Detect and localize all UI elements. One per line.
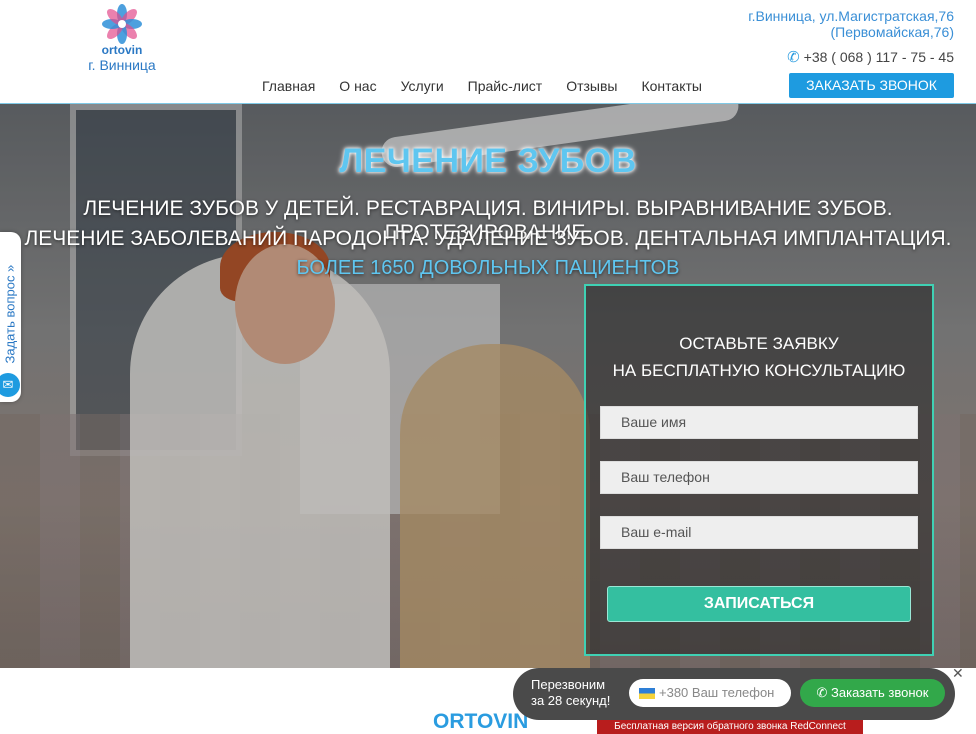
callback-order-button[interactable]: ✆ Заказать звонок	[800, 679, 945, 707]
form-title-line-1: ОСТАВЬТЕ ЗАЯВКУ	[679, 334, 839, 353]
ask-question-label: Задать вопрос »	[2, 264, 18, 364]
form-title-line-2: НА БЕСПЛАТНУЮ КОНСУЛЬТАЦИЮ	[612, 361, 906, 380]
bottom-title: ORTOVIN	[433, 710, 529, 733]
hero-patients-count: БОЛЕЕ 1650 ДОВОЛЬНЫХ ПАЦИЕНТОВ	[296, 257, 680, 279]
logo-city: г. Винница	[88, 57, 156, 73]
logo-name: ortovin	[101, 43, 143, 57]
submit-button[interactable]: ЗАПИСАТЬСЯ	[607, 586, 911, 622]
ukraine-flag-icon	[639, 688, 655, 700]
logo[interactable]: ortovin г. Винница	[84, 4, 160, 73]
callback-text-line-1: Перезвоним	[531, 677, 606, 692]
email-field[interactable]: Ваш e-mail	[600, 516, 918, 549]
callback-widget: Перезвоним за 28 секунд! +380 Ваш телефо…	[513, 668, 955, 720]
consultation-form: ОСТАВЬТЕ ЗАЯВКУ НА БЕСПЛАТНУЮ КОНСУЛЬТАЦ…	[584, 284, 934, 656]
nav-prices[interactable]: Прайс-лист	[468, 78, 543, 94]
ask-question-tab[interactable]: Задать вопрос » ✉	[0, 232, 21, 402]
callback-order-label: Заказать звонок	[831, 685, 929, 700]
hero-subtitle-2: ЛЕЧЕНИЕ ЗАБОЛЕВАНИЙ ПАРОДОНТА. УДАЛЕНИЕ …	[24, 227, 952, 250]
callback-text: Перезвоним за 28 секунд!	[531, 677, 610, 709]
address: г.Винница, ул.Магистратская,76 (Первомай…	[748, 8, 954, 40]
phone-field[interactable]: Ваш телефон	[600, 461, 918, 494]
nav-home[interactable]: Главная	[262, 78, 315, 94]
nav-services[interactable]: Услуги	[401, 78, 444, 94]
address-line-1: г.Винница, ул.Магистратская,76	[748, 8, 954, 24]
nav-reviews[interactable]: Отзывы	[566, 78, 617, 94]
mail-icon: ✉	[0, 373, 20, 397]
hero-title: ЛЕЧЕНИЕ ЗУБОВ	[339, 142, 637, 180]
phone-text: +38 ( 068 ) 117 - 75 - 45	[803, 49, 954, 65]
nav-about[interactable]: О нас	[339, 78, 376, 94]
nav-contacts[interactable]: Контакты	[641, 78, 701, 94]
form-title: ОСТАВЬТЕ ЗАЯВКУ НА БЕСПЛАТНУЮ КОНСУЛЬТАЦ…	[586, 330, 932, 384]
close-icon[interactable]: ✕	[952, 665, 966, 681]
main-nav: Главная О нас Услуги Прайс-лист Отзывы К…	[262, 78, 702, 94]
address-line-2: (Первомайская,76)	[830, 24, 954, 40]
phone-handset-icon: ✆	[816, 685, 832, 700]
phone-number[interactable]: ✆ +38 ( 068 ) 117 - 75 - 45	[787, 48, 954, 66]
callback-phone-placeholder: +380 Ваш телефон	[659, 685, 775, 700]
phone-icon: ✆	[787, 49, 800, 66]
callback-phone-input[interactable]: +380 Ваш телефон	[629, 679, 791, 707]
name-field[interactable]: Ваше имя	[600, 406, 918, 439]
site-header: ortovin г. Винница г.Винница, ул.Магистр…	[0, 0, 976, 104]
order-call-button[interactable]: ЗАКАЗАТЬ ЗВОНОК	[789, 73, 954, 98]
callback-text-line-2: за 28 секунд!	[531, 693, 611, 708]
logo-flower-icon	[102, 4, 142, 44]
